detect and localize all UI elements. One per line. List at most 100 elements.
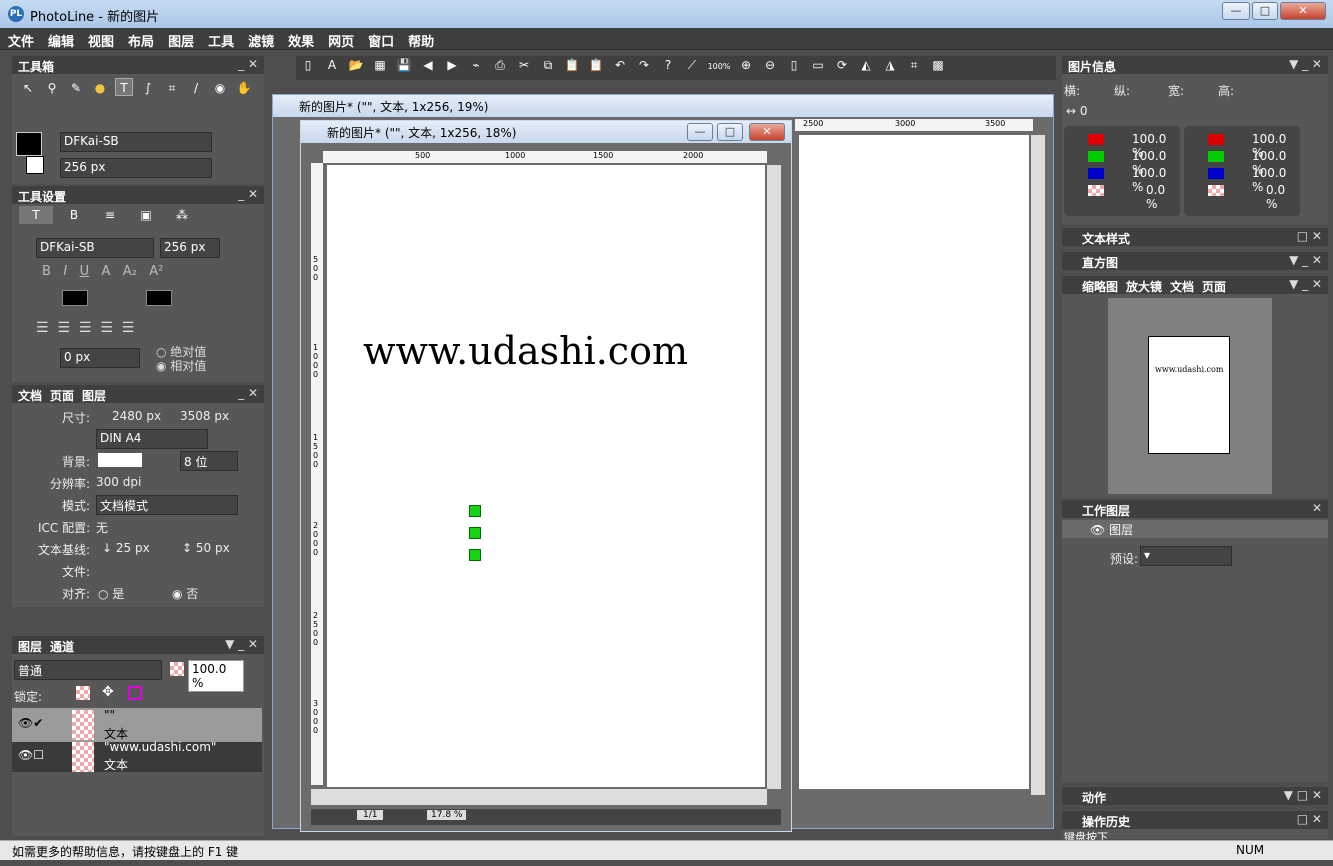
histogram-header[interactable]: 直方图 ▼ _ ✕: [1062, 252, 1328, 270]
baseline-2[interactable]: ↕ 50 px: [182, 541, 230, 555]
color-dot-icon[interactable]: ●: [91, 79, 109, 97]
grid-icon[interactable]: ▩: [929, 56, 947, 74]
panel-close-icon[interactable]: _ ✕: [238, 187, 258, 201]
pointer-icon[interactable]: ↖: [19, 79, 37, 97]
canvas[interactable]: www.udashi.com: [327, 165, 765, 787]
tab-layer[interactable]: 图层: [82, 389, 106, 403]
rotate-icon[interactable]: ⟳: [833, 56, 851, 74]
tab-magnifier[interactable]: 放大镜: [1126, 280, 1162, 294]
page-indicator[interactable]: 1/1: [357, 810, 384, 820]
bit-depth-select[interactable]: 8 位: [180, 451, 238, 471]
paste-new-icon[interactable]: 📋: [587, 56, 605, 74]
menu-effects[interactable]: 效果: [280, 28, 320, 50]
radio-relative[interactable]: ◉ 相对值: [156, 357, 206, 374]
new-text-icon[interactable]: A: [323, 56, 341, 74]
tab-frame[interactable]: ▣: [131, 206, 161, 224]
brush-icon[interactable]: ✎: [67, 79, 85, 97]
thumbnail-area[interactable]: www.udashi.com: [1108, 298, 1272, 494]
panel-close-icon[interactable]: ▼ _ ✕: [1289, 253, 1322, 267]
actions-header[interactable]: 动作 ▼ □ ✕: [1062, 787, 1328, 805]
save-icon[interactable]: 💾: [395, 56, 413, 74]
font-select[interactable]: DFKai-SB: [60, 132, 212, 152]
vertical-scrollbar[interactable]: [767, 165, 781, 789]
background-color-swatch[interactable]: [26, 156, 44, 174]
maximize-button[interactable]: □: [1252, 2, 1278, 20]
tab-text[interactable]: T: [19, 206, 53, 224]
close-button[interactable]: ✕: [1280, 2, 1326, 20]
zoom-field[interactable]: 17.8 %: [427, 810, 467, 820]
radio-yes[interactable]: ○ 是: [98, 585, 124, 602]
fit-width-icon[interactable]: ▭: [809, 56, 827, 74]
tab-layers[interactable]: 图层: [18, 640, 42, 654]
redo-icon[interactable]: ↷: [635, 56, 653, 74]
menu-layer[interactable]: 图层: [160, 28, 200, 50]
canvas-text[interactable]: www.udashi.com: [363, 329, 688, 373]
paper-select[interactable]: DIN A4: [96, 429, 208, 449]
menu-file[interactable]: 文件: [0, 28, 40, 50]
path-icon[interactable]: ∫: [139, 79, 157, 97]
baseline-1[interactable]: ↓ 25 px: [102, 541, 150, 555]
opacity-field[interactable]: 100.0 %: [188, 660, 244, 692]
fit-page-icon[interactable]: ▯: [785, 56, 803, 74]
font-size-select[interactable]: 256 px: [60, 158, 212, 178]
align-icons[interactable]: ☰ ☰ ☰ ☰ ☰: [36, 320, 134, 336]
crop-tool-icon[interactable]: ⌗: [905, 56, 923, 74]
flip-icon[interactable]: ◭: [857, 56, 875, 74]
preset-select[interactable]: ▾: [1140, 546, 1232, 566]
text-color-swatch[interactable]: [62, 290, 88, 306]
mode-select[interactable]: 文档模式: [96, 495, 238, 515]
setting-font-select[interactable]: DFKai-SB: [36, 238, 154, 258]
offset-field[interactable]: 0 px: [60, 348, 140, 368]
menu-filter[interactable]: 滤镜: [240, 28, 280, 50]
outline-color-swatch[interactable]: [146, 290, 172, 306]
layer-group-row[interactable]: 👁 图层: [1062, 520, 1328, 538]
layer-row-empty[interactable]: 👁✔ "" 文本: [12, 708, 262, 742]
back-canvas[interactable]: [799, 135, 1029, 789]
eye-icon[interactable]: 👁✔: [18, 716, 43, 730]
eye-icon[interactable]: 👁☐: [18, 748, 44, 762]
menu-tools[interactable]: 工具: [200, 28, 240, 50]
scan-icon[interactable]: ⌁: [467, 56, 485, 74]
panel-close-icon[interactable]: _ ✕: [238, 57, 258, 71]
zoom-out-icon[interactable]: ⊖: [761, 56, 779, 74]
menu-layout[interactable]: 布局: [120, 28, 160, 50]
lock-pixels-icon[interactable]: [76, 686, 90, 700]
text-tool-icon[interactable]: T: [115, 78, 133, 96]
panel-close-icon[interactable]: _ ✕: [238, 386, 258, 400]
resolution-value[interactable]: 300 dpi: [96, 475, 141, 489]
blend-mode-select[interactable]: 普通: [14, 660, 162, 680]
forward-icon[interactable]: ▶: [443, 56, 461, 74]
panel-close-icon[interactable]: ▼ _ ✕: [1289, 57, 1322, 71]
browse-icon[interactable]: ▦: [371, 56, 389, 74]
radio-no[interactable]: ◉ 否: [172, 585, 198, 602]
new-icon[interactable]: ▯: [299, 56, 317, 74]
print-icon[interactable]: ⎙: [491, 56, 509, 74]
mirror-icon[interactable]: ◮: [881, 56, 899, 74]
text-handle-middle[interactable]: [469, 527, 481, 539]
tab-pages[interactable]: 页面: [1202, 280, 1226, 294]
tab-thumbnail[interactable]: 缩略图: [1082, 280, 1118, 294]
ruler-icon[interactable]: ⟋: [683, 56, 701, 74]
tab-channels[interactable]: 通道: [50, 640, 74, 654]
background-swatch[interactable]: [98, 453, 142, 467]
paste-icon[interactable]: 📋: [563, 56, 581, 74]
tab-page[interactable]: 页面: [50, 389, 74, 403]
foreground-color-swatch[interactable]: [16, 132, 42, 156]
panel-close-icon[interactable]: □ ✕: [1297, 812, 1322, 826]
menu-help[interactable]: 帮助: [400, 28, 440, 50]
setting-size-select[interactable]: 256 px: [160, 238, 220, 258]
copy-icon[interactable]: ⧉: [539, 56, 557, 74]
menu-view[interactable]: 视图: [80, 28, 120, 50]
text-handle-bottom[interactable]: [469, 549, 481, 561]
horizontal-scrollbar[interactable]: [311, 789, 767, 805]
panel-close-icon[interactable]: ▼ _ ✕: [225, 637, 258, 651]
panel-close-icon[interactable]: ✕: [1312, 501, 1322, 515]
open-icon[interactable]: 📂: [347, 56, 365, 74]
text-handle-top[interactable]: [469, 505, 481, 517]
menu-edit[interactable]: 编辑: [40, 28, 80, 50]
panel-close-icon[interactable]: ▼ _ ✕: [1289, 277, 1322, 291]
doc-minimize-button[interactable]: —: [687, 123, 713, 141]
tab-bold[interactable]: B: [59, 206, 89, 224]
zoom-in-icon[interactable]: ⊕: [737, 56, 755, 74]
width-value[interactable]: 2480 px: [112, 409, 161, 423]
